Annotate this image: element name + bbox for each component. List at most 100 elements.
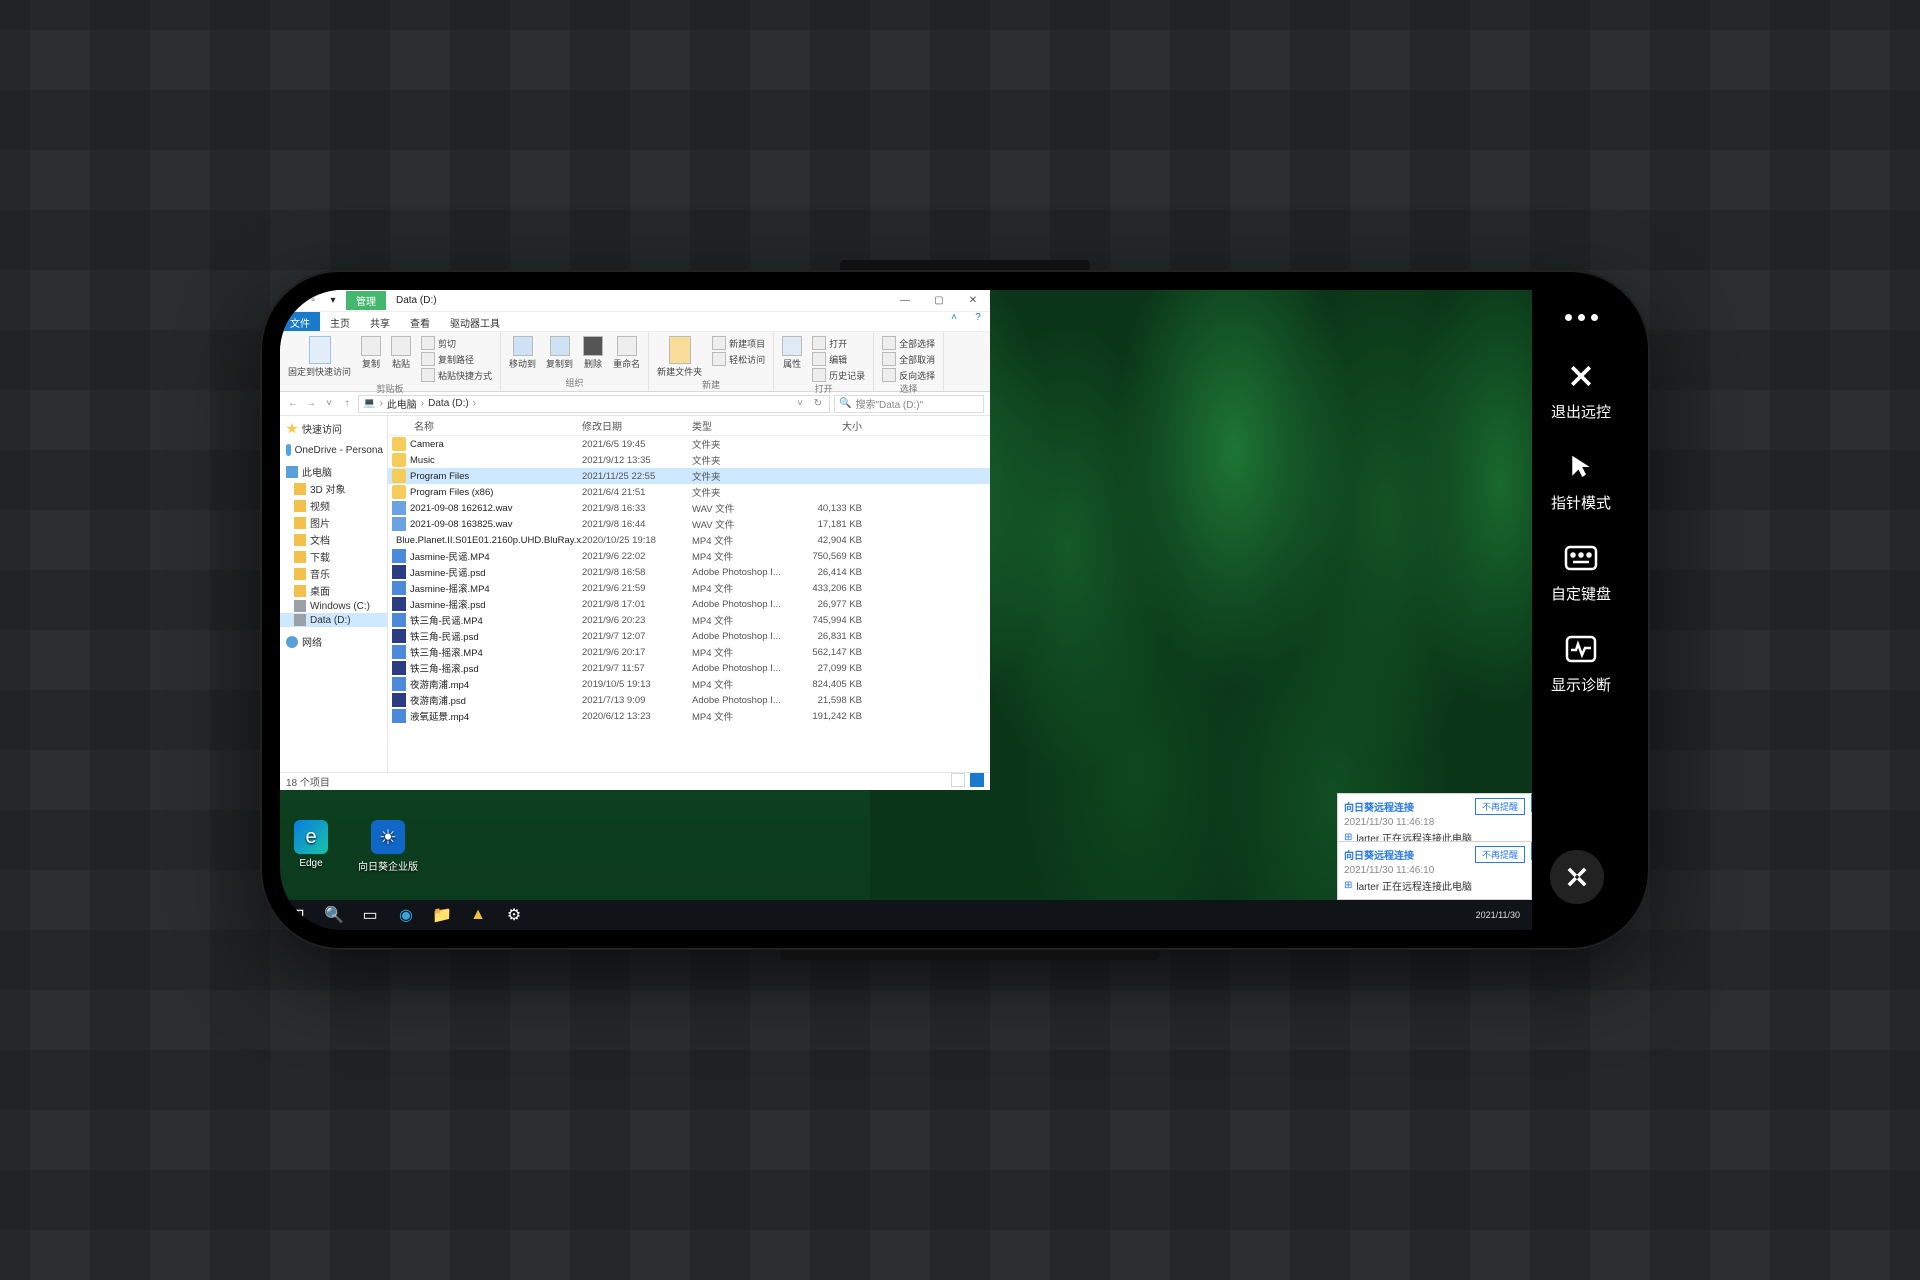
copy-button[interactable]: 复制	[361, 336, 381, 370]
cut-button[interactable]: 剪切	[421, 336, 492, 350]
refresh-icon[interactable]: ↻	[811, 398, 825, 409]
table-row[interactable]: 铁三角-民谣.MP42021/9/6 20:23MP4 文件745,994 KB	[388, 612, 990, 628]
tab-file[interactable]: 文件	[280, 312, 320, 331]
search-button[interactable]: 🔍	[320, 901, 348, 929]
start-button[interactable]: ⊞	[284, 901, 312, 929]
paste-button[interactable]: 粘贴	[391, 336, 411, 370]
taskbar-edge-icon[interactable]: ◉	[392, 901, 420, 929]
dropdown-icon[interactable]: ▾	[326, 294, 340, 308]
table-row[interactable]: 铁三角-摇滚.MP42021/9/6 20:17MP4 文件562,147 KB	[388, 644, 990, 660]
new-folder-button[interactable]: 新建文件夹	[657, 336, 702, 378]
invert-selection-button[interactable]: 反向选择	[882, 368, 935, 382]
tab-share[interactable]: 共享	[360, 312, 400, 331]
quick-access-icon[interactable]: ▫	[306, 294, 320, 308]
desktop-icon-edge[interactable]: e Edge	[294, 820, 328, 873]
tab-drive-tools[interactable]: 驱动器工具	[440, 312, 510, 331]
breadcrumb[interactable]: 💻 › 此电脑 › Data (D:) › ˅ ↻	[358, 395, 830, 413]
remote-desktop-viewport[interactable]: 📁 ▫ ▾ 管理 Data (D:) — ▢ ✕ 文件	[280, 290, 1532, 930]
open-button[interactable]: 打开	[812, 336, 865, 350]
management-context-tab[interactable]: 管理	[346, 291, 386, 310]
nav-quick-access[interactable]: 快速访问	[280, 420, 387, 437]
nav-music[interactable]: 音乐	[280, 565, 387, 582]
system-tray-date[interactable]: 2021/11/30	[1468, 910, 1528, 920]
taskbar-settings-icon[interactable]: ⚙	[500, 901, 528, 929]
table-row[interactable]: Program Files (x86)2021/6/4 21:51文件夹	[388, 484, 990, 500]
copy-path-button[interactable]: 复制路径	[421, 352, 492, 366]
pin-button[interactable]: 固定到快速访问	[288, 336, 351, 378]
table-row[interactable]: Jasmine-摇滚.MP42021/9/6 21:59MP4 文件433,20…	[388, 580, 990, 596]
up-button[interactable]: ↑	[340, 398, 354, 409]
copy-to-button[interactable]: 复制到	[546, 336, 573, 370]
table-row[interactable]: 铁三角-民谣.psd2021/9/7 12:07Adobe Photoshop …	[388, 628, 990, 644]
collapse-sidebar-button[interactable]	[1550, 850, 1604, 904]
tab-home[interactable]: 主页	[320, 312, 360, 331]
delete-button[interactable]: 删除	[583, 336, 603, 370]
nav-onedrive[interactable]: OneDrive - Persona	[280, 443, 387, 457]
table-row[interactable]: 铁三角-摇滚.psd2021/9/7 11:57Adobe Photoshop …	[388, 660, 990, 676]
rename-button[interactable]: 重命名	[613, 336, 640, 370]
back-button[interactable]: ←	[286, 398, 300, 409]
table-row[interactable]: Jasmine-民谣.MP42021/9/6 22:02MP4 文件750,56…	[388, 548, 990, 564]
nav-downloads[interactable]: 下载	[280, 548, 387, 565]
nav-videos[interactable]: 视频	[280, 497, 387, 514]
select-none-button[interactable]: 全部取消	[882, 352, 935, 366]
nav-desktop[interactable]: 桌面	[280, 582, 387, 599]
desktop-icon-sunflower[interactable]: ☀ 向日葵企业版	[358, 820, 418, 873]
ribbon-collapse-icon[interactable]: ˄	[942, 312, 966, 331]
path-dropdown-icon[interactable]: ˅	[793, 398, 807, 409]
table-row[interactable]: 夜游南浦.psd2021/7/13 9:09Adobe Photoshop I.…	[388, 692, 990, 708]
select-all-button[interactable]: 全部选择	[882, 336, 935, 350]
table-row[interactable]: 2021-09-08 163825.wav2021/9/8 16:44WAV 文…	[388, 516, 990, 532]
table-row[interactable]: 液氧延景.mp42020/6/12 13:23MP4 文件191,242 KB	[388, 708, 990, 724]
nav-documents[interactable]: 文档	[280, 531, 387, 548]
nav-this-pc[interactable]: 此电脑	[280, 463, 387, 480]
details-view-icon[interactable]	[951, 773, 965, 787]
table-row[interactable]: Music2021/9/12 13:35文件夹	[388, 452, 990, 468]
table-row[interactable]: 2021-09-08 162612.wav2021/9/8 16:33WAV 文…	[388, 500, 990, 516]
file-list[interactable]: 名称 修改日期 类型 大小 Camera2021/6/5 19:45文件夹Mus…	[388, 416, 990, 772]
minimize-button[interactable]: —	[888, 290, 922, 312]
properties-button[interactable]: 属性	[782, 336, 802, 370]
move-to-button[interactable]: 移动到	[509, 336, 536, 370]
taskbar[interactable]: ⊞ 🔍 ▭ ◉ 📁 ▲ ⚙ 2021/11/30	[280, 900, 1532, 930]
help-icon[interactable]: ?	[966, 312, 990, 331]
search-input[interactable]: 🔍 搜索"Data (D:)"	[834, 395, 984, 413]
navigation-pane[interactable]: 快速访问 OneDrive - Persona 此电脑 3D 对象 视频 图片 …	[280, 416, 388, 772]
more-menu-button[interactable]	[1565, 314, 1598, 321]
table-row[interactable]: Camera2021/6/5 19:45文件夹	[388, 436, 990, 452]
exit-remote-button[interactable]: 退出远控	[1551, 359, 1611, 422]
close-button[interactable]: ✕	[956, 290, 990, 312]
dismiss-button[interactable]: 不再提醒	[1475, 846, 1525, 863]
task-view-button[interactable]: ▭	[356, 901, 384, 929]
column-headers[interactable]: 名称 修改日期 类型 大小	[388, 416, 990, 436]
large-icons-view-icon[interactable]	[970, 773, 984, 787]
dismiss-button[interactable]: 不再提醒	[1475, 798, 1525, 815]
forward-button[interactable]: →	[304, 398, 318, 409]
table-row[interactable]: Jasmine-摇滚.psd2021/9/8 17:01Adobe Photos…	[388, 596, 990, 612]
custom-keyboard-button[interactable]: 自定键盘	[1551, 541, 1611, 604]
pointer-mode-button[interactable]: 指针模式	[1551, 450, 1611, 513]
nav-network[interactable]: 网络	[280, 633, 387, 650]
window-titlebar[interactable]: 📁 ▫ ▾ 管理 Data (D:) — ▢ ✕	[280, 290, 990, 312]
paste-shortcut-button[interactable]: 粘贴快捷方式	[421, 368, 492, 382]
recent-locations-icon[interactable]: ˅	[322, 398, 336, 409]
taskbar-explorer-icon[interactable]: 📁	[428, 901, 456, 929]
table-row[interactable]: Blue.Planet.II.S01E01.2160p.UHD.BluRay.x…	[388, 532, 990, 548]
taskbar-app-icon[interactable]: ▲	[464, 901, 492, 929]
new-item-button[interactable]: 新建项目	[712, 336, 765, 350]
tab-view[interactable]: 查看	[400, 312, 440, 331]
history-button[interactable]: 历史记录	[812, 368, 865, 382]
maximize-button[interactable]: ▢	[922, 290, 956, 312]
nav-c-drive[interactable]: Windows (C:)	[280, 599, 387, 613]
psd-icon	[392, 693, 406, 707]
easy-access-button[interactable]: 轻松访问	[712, 352, 765, 366]
table-row[interactable]: Program Files2021/11/25 22:55文件夹	[388, 468, 990, 484]
nav-d-drive[interactable]: Data (D:)	[280, 613, 387, 627]
notification-toast[interactable]: 向日葵远程连接 不再提醒 ✕ 2021/11/30 11:46:10 ⊞lart…	[1337, 841, 1532, 900]
nav-3d[interactable]: 3D 对象	[280, 480, 387, 497]
edit-button[interactable]: 编辑	[812, 352, 865, 366]
table-row[interactable]: Jasmine-民谣.psd2021/9/8 16:58Adobe Photos…	[388, 564, 990, 580]
nav-pictures[interactable]: 图片	[280, 514, 387, 531]
table-row[interactable]: 夜游南浦.mp42019/10/5 19:13MP4 文件824,405 KB	[388, 676, 990, 692]
diagnostics-button[interactable]: 显示诊断	[1551, 632, 1611, 695]
